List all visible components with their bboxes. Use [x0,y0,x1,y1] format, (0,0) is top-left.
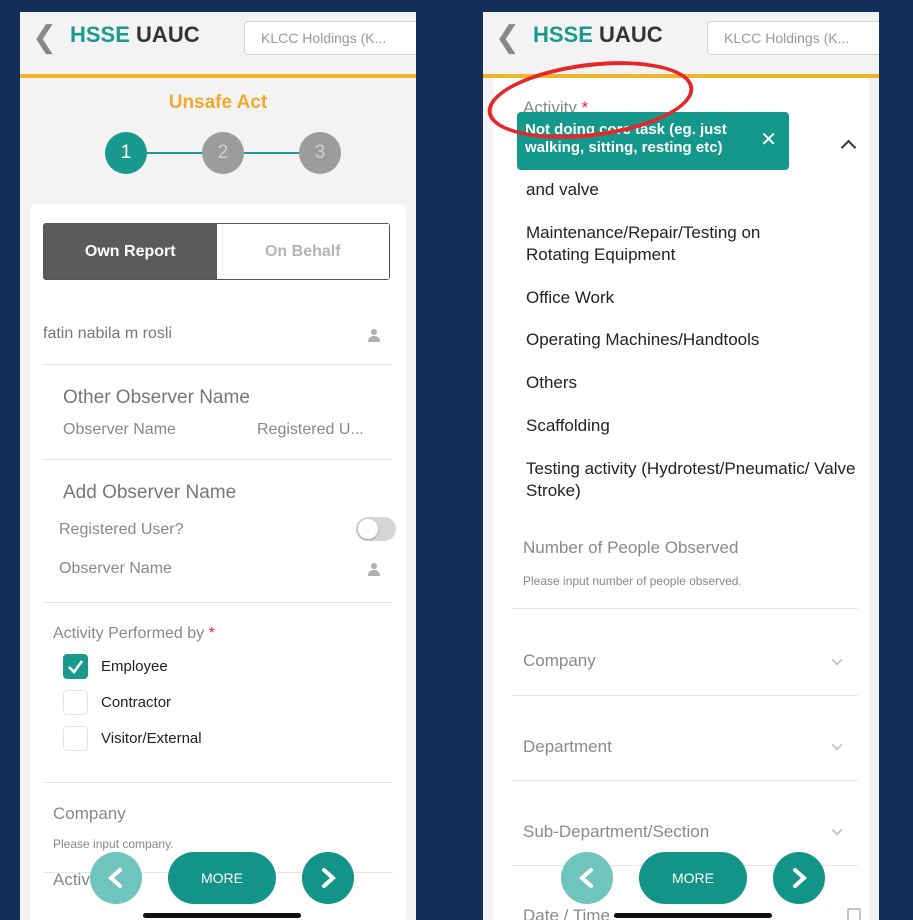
app-header: ❮ HSSE UAUC KLCC Holdings (K... [20,12,416,78]
date-time-field[interactable]: Date / Time [523,906,610,920]
step-connector [244,152,299,154]
report-form-card: Own Report On Behalf fatin nabila m rosl… [30,204,406,920]
home-indicator [614,913,772,918]
next-button[interactable] [302,852,354,904]
reporter-name: fatin nabila m rosli [43,325,172,342]
close-icon[interactable]: ✕ [760,127,777,151]
observer-name-input[interactable]: Observer Name [59,560,172,578]
person-icon [368,563,380,576]
registered-user-column: Registered U... [257,421,364,438]
company-select[interactable]: Company [523,651,596,671]
check-icon [68,660,84,674]
chevron-up-icon[interactable] [840,139,857,156]
next-button[interactable] [773,852,825,904]
other-observer-title: Other Observer Name [63,387,250,408]
activity-dropdown-panel: Activity * and valve Maintenance/Repair/… [493,78,869,920]
option-contractor[interactable]: Contractor [101,694,171,711]
checkbox-contractor[interactable] [63,690,88,715]
home-indicator [143,913,301,918]
department-select[interactable]: Department [523,737,612,757]
divider [512,695,858,696]
page-title: Unsafe Act [168,92,268,113]
observer-name-column: Observer Name [63,421,176,438]
registered-user-label: Registered User? [59,521,184,538]
dropdown-option[interactable]: Maintenance/Repair/Testing on Rotating E… [526,222,826,266]
company-input[interactable]: Please input company. [53,837,174,851]
chevron-down-icon [831,739,843,751]
step-3[interactable]: 3 [299,132,341,174]
tab-on-behalf[interactable]: On Behalf [216,224,389,279]
more-button[interactable]: MORE [639,852,747,904]
step-1[interactable]: 1 [105,132,147,174]
left-screen: ❮ HSSE UAUC KLCC Holdings (K... Unsafe A… [20,12,416,920]
checkbox-employee[interactable] [63,654,88,679]
dropdown-option-clipped[interactable]: and valve [526,179,599,201]
app-brand: HSSE UAUC [70,22,200,48]
dropdown-option[interactable]: Testing activity (Hydrotest/Pneumatic/ V… [526,458,866,502]
company-label: Company [53,804,126,823]
dropdown-option[interactable]: Scaffolding [526,415,610,437]
app-header: ❮ HSSE UAUC KLCC Holdings (K... [483,12,879,78]
brand-highlight: HSSE [533,22,593,47]
chevron-down-icon [831,824,843,836]
right-screen: ❮ HSSE UAUC KLCC Holdings (K... Activity… [483,12,879,920]
divider [512,608,858,609]
app-brand: HSSE UAUC [533,22,663,48]
chevron-right-icon [793,868,808,888]
chevron-right-icon [322,868,337,888]
activity-performed-label: Activity Performed by * [53,625,215,643]
option-visitor[interactable]: Visitor/External [101,730,202,747]
brand-rest: UAUC [599,22,663,47]
back-chevron-icon[interactable]: ❮ [495,20,520,55]
divider [43,364,393,365]
step-2[interactable]: 2 [202,132,244,174]
divider [43,459,393,460]
chevron-left-icon [578,868,593,888]
brand-highlight: HSSE [70,22,130,47]
checkbox-visitor[interactable] [63,726,88,751]
add-observer-title: Add Observer Name [63,482,237,503]
brand-rest: UAUC [136,22,200,47]
report-type-toggle: Own Report On Behalf [43,223,390,280]
previous-button[interactable] [561,852,613,904]
dropdown-option[interactable]: Others [526,372,577,394]
chevron-down-icon [831,654,843,666]
sub-department-select[interactable]: Sub-Department/Section [523,822,709,842]
registered-user-toggle[interactable] [356,517,396,541]
tab-own-report[interactable]: Own Report [44,224,217,279]
divider [512,780,858,781]
required-mark: * [208,625,215,642]
calendar-icon[interactable] [847,908,861,920]
dropdown-option[interactable]: Office Work [526,287,614,309]
back-chevron-icon[interactable]: ❮ [32,20,57,55]
step-indicator: 1 2 3 [105,132,341,174]
dropdown-option[interactable]: Operating Machines/Handtools [526,329,759,351]
divider [43,602,393,603]
organization-selector[interactable]: KLCC Holdings (K... [707,21,879,55]
activity-performed-text: Activity Performed by [53,625,205,642]
people-observed-label: Number of People Observed [523,538,739,557]
option-employee[interactable]: Employee [101,658,168,675]
more-button[interactable]: MORE [168,852,276,904]
divider [43,782,393,783]
people-observed-input[interactable]: Please input number of people observed. [523,574,742,588]
previous-button[interactable] [90,852,142,904]
organization-selector[interactable]: KLCC Holdings (K... [244,21,416,55]
person-icon [368,329,380,342]
chevron-left-icon [107,868,122,888]
step-connector [147,152,202,154]
